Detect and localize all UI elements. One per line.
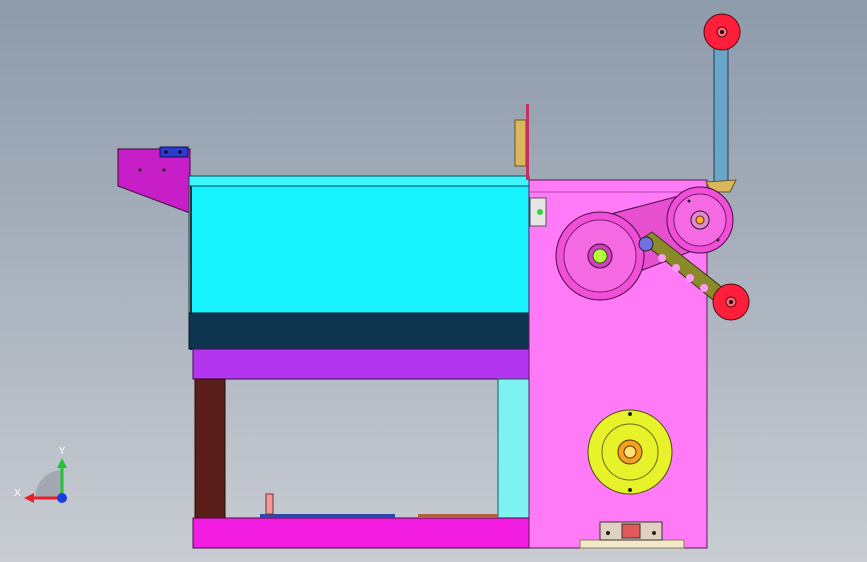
left-feed-bracket [117, 146, 191, 214]
small-pulley [666, 186, 734, 254]
lower-idler-wheel [712, 283, 750, 321]
machine-drawing: Y X [14, 13, 750, 549]
top-idler-wheel [703, 13, 741, 51]
cad-viewport[interactable]: Y X [0, 0, 867, 562]
right-column [497, 378, 531, 520]
upper-plate [514, 104, 529, 180]
left-leg [194, 378, 226, 519]
bearing-block [599, 521, 663, 541]
sensor [529, 197, 547, 227]
handwheel [587, 409, 673, 495]
idler-post [713, 45, 729, 185]
x-axis-label: X [14, 488, 21, 499]
frame-beam [192, 348, 531, 380]
large-pulley [555, 211, 645, 301]
conveyor-belt [188, 312, 530, 350]
base-plate [192, 493, 531, 549]
y-axis-label: Y [58, 446, 66, 457]
orientation-triad: Y X [14, 446, 67, 503]
